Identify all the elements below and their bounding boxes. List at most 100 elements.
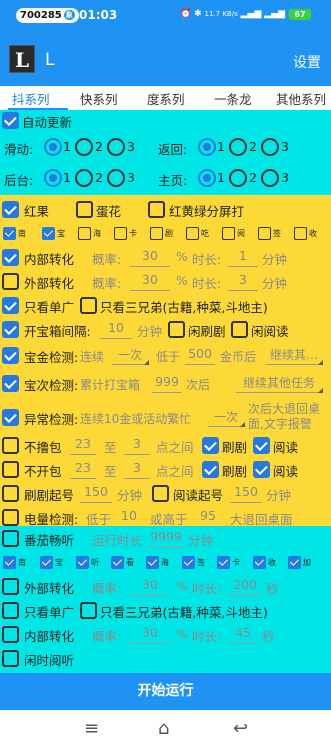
chest-interval-input[interactable]: 10 xyxy=(100,320,132,339)
inner2-rate-input[interactable]: 30 xyxy=(130,625,170,644)
small-opts-2-checkbox-6[interactable] xyxy=(217,556,230,569)
tab-dou[interactable]: 抖系列 xyxy=(12,89,50,108)
single-ad-2-checkbox[interactable] xyxy=(2,602,19,619)
no-open-bag-read-checkbox[interactable] xyxy=(253,461,270,478)
menu-icon[interactable]: ≡ xyxy=(84,718,99,739)
bg-radio-1[interactable] xyxy=(44,169,62,187)
read-start-input[interactable]: 150 xyxy=(230,484,262,503)
small-opts-1-checkbox-8[interactable] xyxy=(294,227,307,240)
drama-start-row: 刷剧起号 150 分钟 阅读起号 150 分钟 xyxy=(0,483,331,507)
dur-unit: 秒 xyxy=(262,629,275,644)
battery-high-input[interactable]: 95 xyxy=(193,508,223,527)
outer-dur-input[interactable]: 3 xyxy=(228,272,258,291)
small-opts-1-checkbox-4[interactable] xyxy=(150,227,163,240)
settings-button[interactable]: 设置 xyxy=(293,52,321,72)
run-unit: 分钟 xyxy=(188,533,214,548)
small-opts-1-checkbox-7[interactable] xyxy=(258,227,271,240)
gold-amount-input[interactable]: 500 xyxy=(185,346,215,365)
egg-flower-checkbox[interactable] xyxy=(76,201,93,218)
outer2-dur-input[interactable]: 200 xyxy=(228,577,262,596)
small-opts-2-checkbox-2[interactable] xyxy=(76,556,89,569)
red-fruit-checkbox[interactable] xyxy=(2,201,19,218)
tomato-checkbox[interactable] xyxy=(2,530,19,547)
small-opts-2-checkbox-3[interactable] xyxy=(111,556,124,569)
gold-check-checkbox[interactable] xyxy=(2,347,19,364)
home-opt-3: 3 xyxy=(281,170,289,185)
bg-radio-2[interactable] xyxy=(75,169,93,187)
back-radio-3[interactable] xyxy=(261,138,279,156)
idle-drama-checkbox[interactable] xyxy=(168,321,185,338)
swipe-radio-1[interactable] xyxy=(44,138,62,156)
split-checkbox[interactable] xyxy=(148,201,165,218)
single-ad-checkbox[interactable] xyxy=(2,297,19,314)
outer-transfer-checkbox[interactable] xyxy=(2,273,19,290)
no-bag-drama-checkbox[interactable] xyxy=(202,437,219,454)
inner-transfer-2-checkbox[interactable] xyxy=(2,626,19,643)
no-bag-to-input[interactable]: 3 xyxy=(124,436,150,455)
back-radio-2[interactable] xyxy=(229,138,247,156)
swipe-radio-3[interactable] xyxy=(107,138,125,156)
idle-read-checkbox[interactable] xyxy=(231,321,248,338)
small-opts-1-checkbox-2[interactable] xyxy=(78,227,91,240)
home-radio-3[interactable] xyxy=(261,169,279,187)
no-open-bag-checkbox[interactable] xyxy=(2,461,19,478)
start-button[interactable]: 开始运行 xyxy=(0,673,331,710)
chest-interval-label: 开宝箱间隔: xyxy=(24,324,91,339)
small-opts-2-checkbox-4[interactable] xyxy=(146,556,159,569)
chest-interval-checkbox[interactable] xyxy=(2,321,19,338)
no-open-bag-drama-checkbox[interactable] xyxy=(202,461,219,478)
no-open-bag-to-input[interactable]: 3 xyxy=(124,460,150,479)
brothers-2-checkbox[interactable] xyxy=(80,602,97,619)
chest-next-spinner[interactable]: 继续其他任务 xyxy=(236,374,323,393)
small-opts-1-checkbox-0[interactable] xyxy=(3,227,16,240)
chest-interval-unit: 分钟 xyxy=(137,324,163,339)
tab-yitiaolong[interactable]: 一条龙 xyxy=(214,89,252,108)
outer-rate-input[interactable]: 30 xyxy=(130,272,170,291)
abnormal-once-spinner[interactable]: 一次 xyxy=(208,408,245,427)
outer-transfer-2-checkbox[interactable] xyxy=(2,578,19,595)
outer2-rate-input[interactable]: 30 xyxy=(130,577,170,596)
battery-check-checkbox[interactable] xyxy=(2,509,19,526)
small-opts-1-checkbox-6[interactable] xyxy=(222,227,235,240)
no-open-bag-from-input[interactable]: 23 xyxy=(70,460,96,479)
inner2-dur-input[interactable]: 45 xyxy=(228,625,258,644)
back-radio-1[interactable] xyxy=(198,138,216,156)
gold-once-spinner[interactable]: 一次 xyxy=(112,346,149,365)
chest-count-input[interactable]: 999 xyxy=(152,374,182,393)
small-opts-1-checkbox-1[interactable] xyxy=(42,227,55,240)
small-opts-2-checkbox-8[interactable] xyxy=(288,556,301,569)
home-radio-1[interactable] xyxy=(198,169,216,187)
abnormal-check-checkbox[interactable] xyxy=(2,409,19,426)
inner-dur-input[interactable]: 1 xyxy=(228,248,258,267)
home-icon[interactable]: ⌂ xyxy=(158,718,169,739)
tab-kuai[interactable]: 快系列 xyxy=(80,89,118,108)
home-radio-2[interactable] xyxy=(229,169,247,187)
run-input[interactable]: 9999 xyxy=(148,529,184,548)
no-bag-read-checkbox[interactable] xyxy=(253,437,270,454)
read-start-checkbox[interactable] xyxy=(152,485,169,502)
drama-start-checkbox[interactable] xyxy=(2,485,19,502)
brothers-checkbox[interactable] xyxy=(80,297,97,314)
tab-other[interactable]: 其他系列 xyxy=(276,89,326,108)
small-opts-2-checkbox-0[interactable] xyxy=(3,556,16,569)
inner-transfer-checkbox[interactable] xyxy=(2,249,19,266)
small-opts-1-checkbox-3[interactable] xyxy=(114,227,127,240)
small-opts-1-checkbox-5[interactable] xyxy=(186,227,199,240)
bg-radio-3[interactable] xyxy=(107,169,125,187)
no-bag-from-input[interactable]: 23 xyxy=(70,436,96,455)
small-opts-2-checkbox-5[interactable] xyxy=(182,556,195,569)
battery-low-input[interactable]: 10 xyxy=(114,508,144,527)
back-icon[interactable]: ↩ xyxy=(233,718,248,739)
small-opts-2-checkbox-7[interactable] xyxy=(253,556,266,569)
chest-check-checkbox[interactable] xyxy=(2,375,19,392)
small-opts-2-checkbox-1[interactable] xyxy=(40,556,53,569)
idle-read-2-checkbox[interactable] xyxy=(2,650,19,667)
drama-start-input[interactable]: 150 xyxy=(80,484,112,503)
tab-du[interactable]: 度系列 xyxy=(147,89,185,108)
gold-next-spinner[interactable]: 继续其… xyxy=(266,346,323,365)
swipe-back-row: 滑动: 1 2 3 返回: 1 2 3 xyxy=(0,137,331,161)
auto-update-checkbox[interactable] xyxy=(2,112,19,129)
swipe-radio-2[interactable] xyxy=(75,138,93,156)
inner-rate-input[interactable]: 30 xyxy=(130,248,170,267)
no-bag-checkbox[interactable] xyxy=(2,437,19,454)
